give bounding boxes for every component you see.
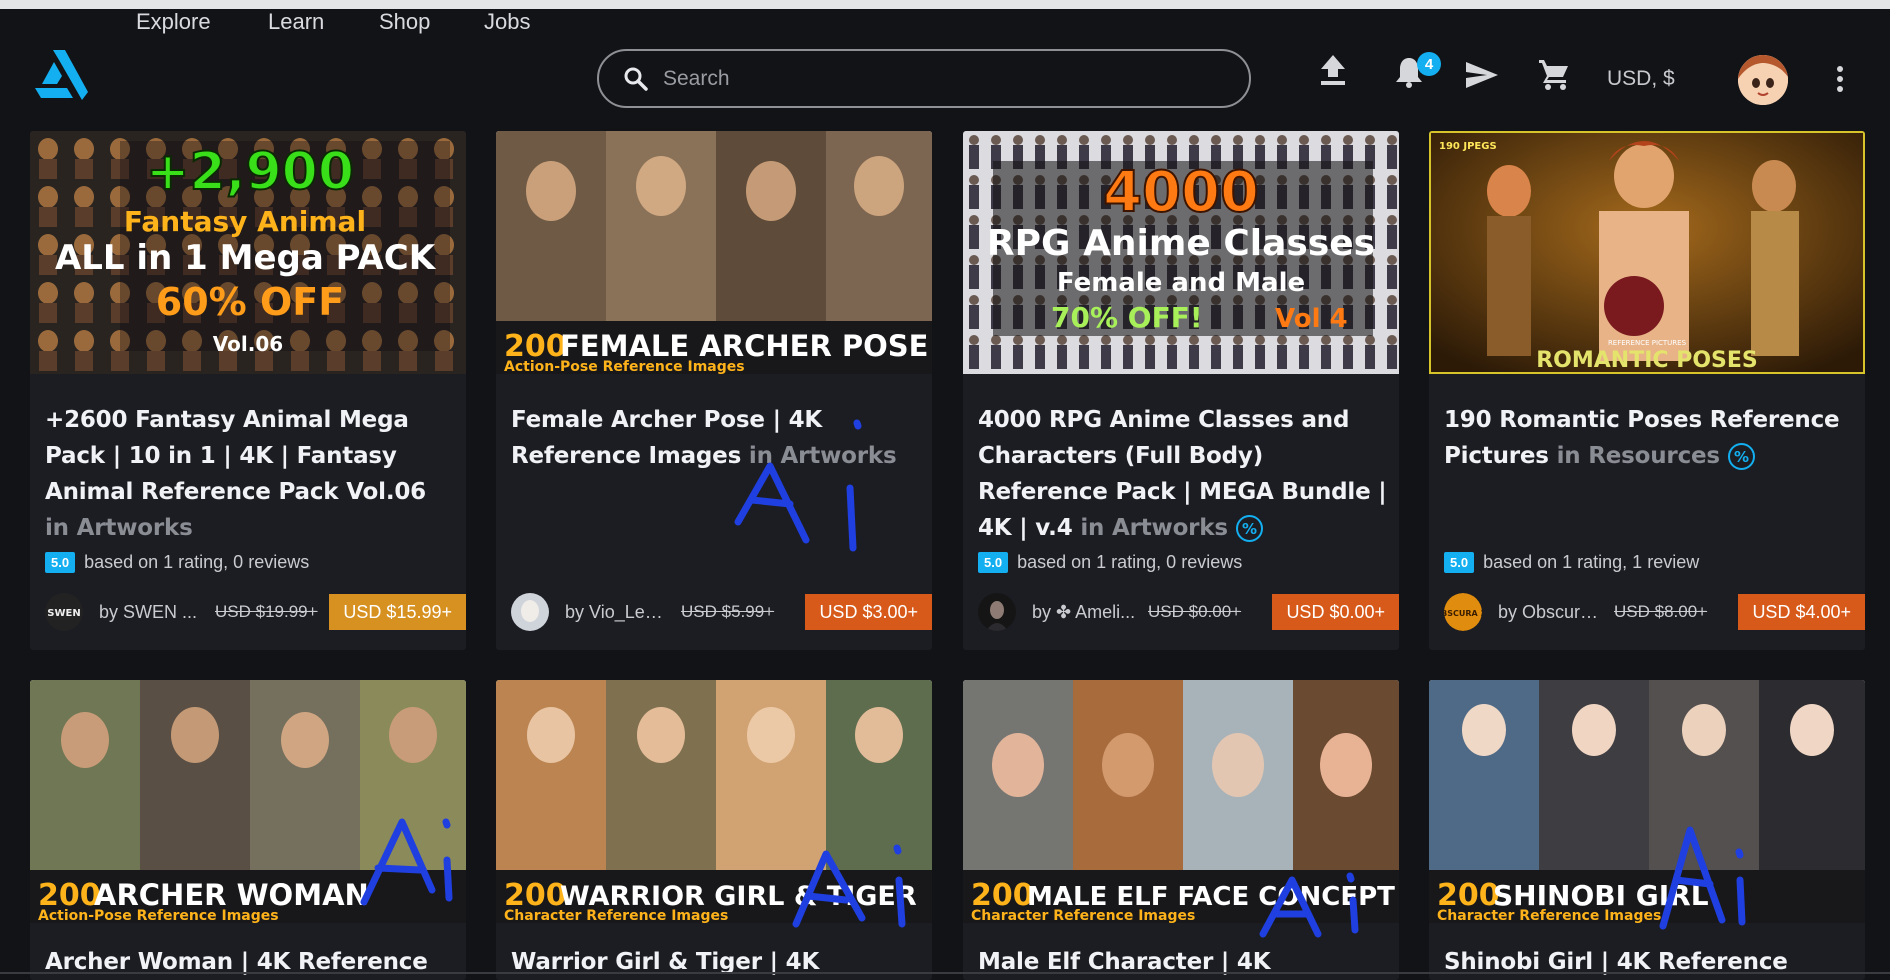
thumb-line: +2,900 xyxy=(146,142,354,202)
kebab-icon[interactable] xyxy=(1836,65,1844,93)
rating-badge: 5.0 xyxy=(1444,552,1475,573)
svg-text:Fantasy Animal: Fantasy Animal xyxy=(124,205,366,238)
product-card[interactable]: 190 JPEGS REFERENCE PICTURES ROMANTIC PO… xyxy=(1429,131,1865,650)
product-title[interactable]: Female Archer Pose | 4K Reference Images… xyxy=(511,402,921,474)
svg-text:Character Reference Images: Character Reference Images xyxy=(971,908,1195,923)
svg-text:190 JPEGS: 190 JPEGS xyxy=(1439,141,1497,152)
nav-learn[interactable]: Learn xyxy=(268,9,324,35)
notification-count-badge: 4 xyxy=(1417,52,1441,76)
product-category[interactable]: in Artworks xyxy=(1080,515,1228,541)
discount-icon: % xyxy=(1727,443,1755,470)
site-header: Explore Learn Shop Jobs 4 USD, $ xyxy=(0,9,1890,122)
product-title[interactable]: Shinobi Girl | 4K Reference xyxy=(1444,944,1854,980)
svg-text:60% OFF: 60% OFF xyxy=(156,280,344,324)
seller-avatar[interactable] xyxy=(978,593,1016,631)
original-price: USD $8.00+ xyxy=(1614,602,1708,621)
currency-selector[interactable]: USD, $ xyxy=(1607,67,1675,91)
product-thumbnail[interactable]: 200 FEMALE ARCHER POSE Action-Pose Refer… xyxy=(496,131,932,374)
search-bar[interactable] xyxy=(597,49,1251,108)
svg-text:Female and Male: Female and Male xyxy=(1057,268,1305,298)
product-thumbnail[interactable]: 200 SHINOBI GIRL Character Reference Ima… xyxy=(1429,680,1865,923)
rating-text: based on 1 rating, 1 review xyxy=(1483,552,1700,572)
price-button[interactable]: USD $4.00+ xyxy=(1738,594,1865,630)
nav-shop[interactable]: Shop xyxy=(379,9,430,35)
product-card[interactable]: 200 WARRIOR GIRL & TIGER Character Refer… xyxy=(496,680,932,980)
product-category[interactable]: in Artworks xyxy=(749,443,897,469)
svg-text:Vol 4: Vol 4 xyxy=(1275,304,1348,334)
card-footer: by Vio_Lem... USD $5.99+ USD $3.00+ xyxy=(511,593,932,631)
original-price: USD $0.00+ xyxy=(1148,602,1242,621)
seller-avatar[interactable]: SWEN xyxy=(45,593,83,631)
svg-text:ALL in 1 Mega PACK: ALL in 1 Mega PACK xyxy=(55,238,437,278)
price-button[interactable]: USD $0.00+ xyxy=(1272,594,1399,630)
rating-row: 5.0 based on 1 rating, 0 reviews xyxy=(978,552,1242,573)
svg-text:REFERENCE PICTURES: REFERENCE PICTURES xyxy=(1608,339,1687,347)
svg-text:4000: 4000 xyxy=(1103,160,1259,225)
svg-text:RPG Anime Classes: RPG Anime Classes xyxy=(987,223,1375,264)
svg-text:OBSCURA 28: OBSCURA 28 xyxy=(1444,609,1482,618)
svg-text:Action-Pose Reference Images: Action-Pose Reference Images xyxy=(38,908,279,923)
product-title[interactable]: 190 Romantic Poses Reference Pictures in… xyxy=(1444,402,1854,474)
product-title[interactable]: 4000 RPG Anime Classes and Characters (F… xyxy=(978,402,1388,546)
svg-text:Vol.06: Vol.06 xyxy=(213,332,283,356)
product-thumbnail[interactable]: +2,900 Fantasy Animal ALL in 1 Mega PACK… xyxy=(30,131,466,374)
product-thumbnail[interactable]: 200 WARRIOR GIRL & TIGER Character Refer… xyxy=(496,680,932,923)
discount-icon: % xyxy=(1235,515,1263,542)
user-avatar[interactable] xyxy=(1738,55,1788,105)
card-footer: SWEN by SWEN ... USD $19.99+ USD $15.99+ xyxy=(45,593,466,631)
product-category[interactable]: in Artworks xyxy=(45,515,193,541)
rating-text: based on 1 rating, 0 reviews xyxy=(84,552,310,572)
product-card[interactable]: 200 SHINOBI GIRL Character Reference Ima… xyxy=(1429,680,1865,980)
page-scrollbar[interactable] xyxy=(1877,122,1890,974)
product-title[interactable]: Male Elf Character | 4K xyxy=(978,944,1388,980)
rating-row: 5.0 based on 1 rating, 0 reviews xyxy=(45,552,309,573)
product-card[interactable]: 4000 RPG Anime Classes Female and Male 7… xyxy=(963,131,1399,650)
original-price: USD $5.99+ xyxy=(681,602,775,621)
product-category[interactable]: in Resources xyxy=(1557,443,1721,469)
send-icon[interactable] xyxy=(1465,61,1499,89)
rating-badge: 5.0 xyxy=(45,552,76,573)
seller-avatar[interactable]: OBSCURA 28 xyxy=(1444,593,1482,631)
svg-text:ARCHER WOMAN: ARCHER WOMAN xyxy=(94,878,369,912)
search-input[interactable] xyxy=(663,66,1223,91)
product-thumbnail[interactable]: 190 JPEGS REFERENCE PICTURES ROMANTIC PO… xyxy=(1429,131,1865,374)
card-footer: OBSCURA 28 by Obscura ... USD $8.00+ USD… xyxy=(1444,593,1865,631)
svg-text:70% OFF!: 70% OFF! xyxy=(1051,301,1203,334)
seller-name[interactable]: by Vio_Lem... xyxy=(565,602,673,623)
price-button[interactable]: USD $15.99+ xyxy=(329,594,466,630)
svg-text:ROMANTIC POSES: ROMANTIC POSES xyxy=(1536,348,1758,373)
seller-name[interactable]: by Obscura ... xyxy=(1498,602,1606,623)
price-button[interactable]: USD $3.00+ xyxy=(805,594,932,630)
seller-avatar[interactable] xyxy=(511,593,549,631)
upload-icon[interactable] xyxy=(1318,53,1348,87)
product-title[interactable]: Warrior Girl & Tiger | 4K xyxy=(511,944,921,980)
cart-icon[interactable] xyxy=(1538,58,1570,90)
card-footer: by ✤ Ameli... USD $0.00+ USD $0.00+ xyxy=(978,593,1399,631)
nav-explore[interactable]: Explore xyxy=(136,9,211,35)
product-title[interactable]: Archer Woman | 4K Reference xyxy=(45,944,455,980)
product-thumbnail[interactable]: 200 MALE ELF FACE CONCEPT Character Refe… xyxy=(963,680,1399,923)
original-price: USD $19.99+ xyxy=(215,602,318,621)
search-icon xyxy=(624,67,648,91)
svg-text:Action-Pose Reference Images: Action-Pose Reference Images xyxy=(504,359,745,374)
product-title[interactable]: +2600 Fantasy Animal Mega Pack | 10 in 1… xyxy=(45,402,455,546)
svg-text:FEMALE ARCHER POSE: FEMALE ARCHER POSE xyxy=(560,329,928,363)
nav-jobs[interactable]: Jobs xyxy=(484,9,530,35)
product-thumbnail[interactable]: 200 ARCHER WOMAN Action-Pose Reference I… xyxy=(30,680,466,923)
product-card[interactable]: +2,900 Fantasy Animal ALL in 1 Mega PACK… xyxy=(30,131,466,650)
product-card[interactable]: 200 MALE ELF FACE CONCEPT Character Refe… xyxy=(963,680,1399,980)
svg-text:Character Reference Images: Character Reference Images xyxy=(504,908,728,923)
svg-text:Character Reference Images: Character Reference Images xyxy=(1437,908,1661,923)
rating-badge: 5.0 xyxy=(978,552,1009,573)
seller-name[interactable]: by SWEN ... xyxy=(99,602,207,623)
seller-name[interactable]: by ✤ Ameli... xyxy=(1032,602,1140,623)
rating-row: 5.0 based on 1 rating, 1 review xyxy=(1444,552,1699,573)
product-thumbnail[interactable]: 4000 RPG Anime Classes Female and Male 7… xyxy=(963,131,1399,374)
artstation-logo[interactable] xyxy=(33,48,89,100)
product-card[interactable]: 200 ARCHER WOMAN Action-Pose Reference I… xyxy=(30,680,466,980)
product-card[interactable]: 200 FEMALE ARCHER POSE Action-Pose Refer… xyxy=(496,131,932,650)
svg-text:SWEN: SWEN xyxy=(47,608,80,619)
browser-top-strip xyxy=(0,0,1890,9)
rating-text: based on 1 rating, 0 reviews xyxy=(1017,552,1243,572)
